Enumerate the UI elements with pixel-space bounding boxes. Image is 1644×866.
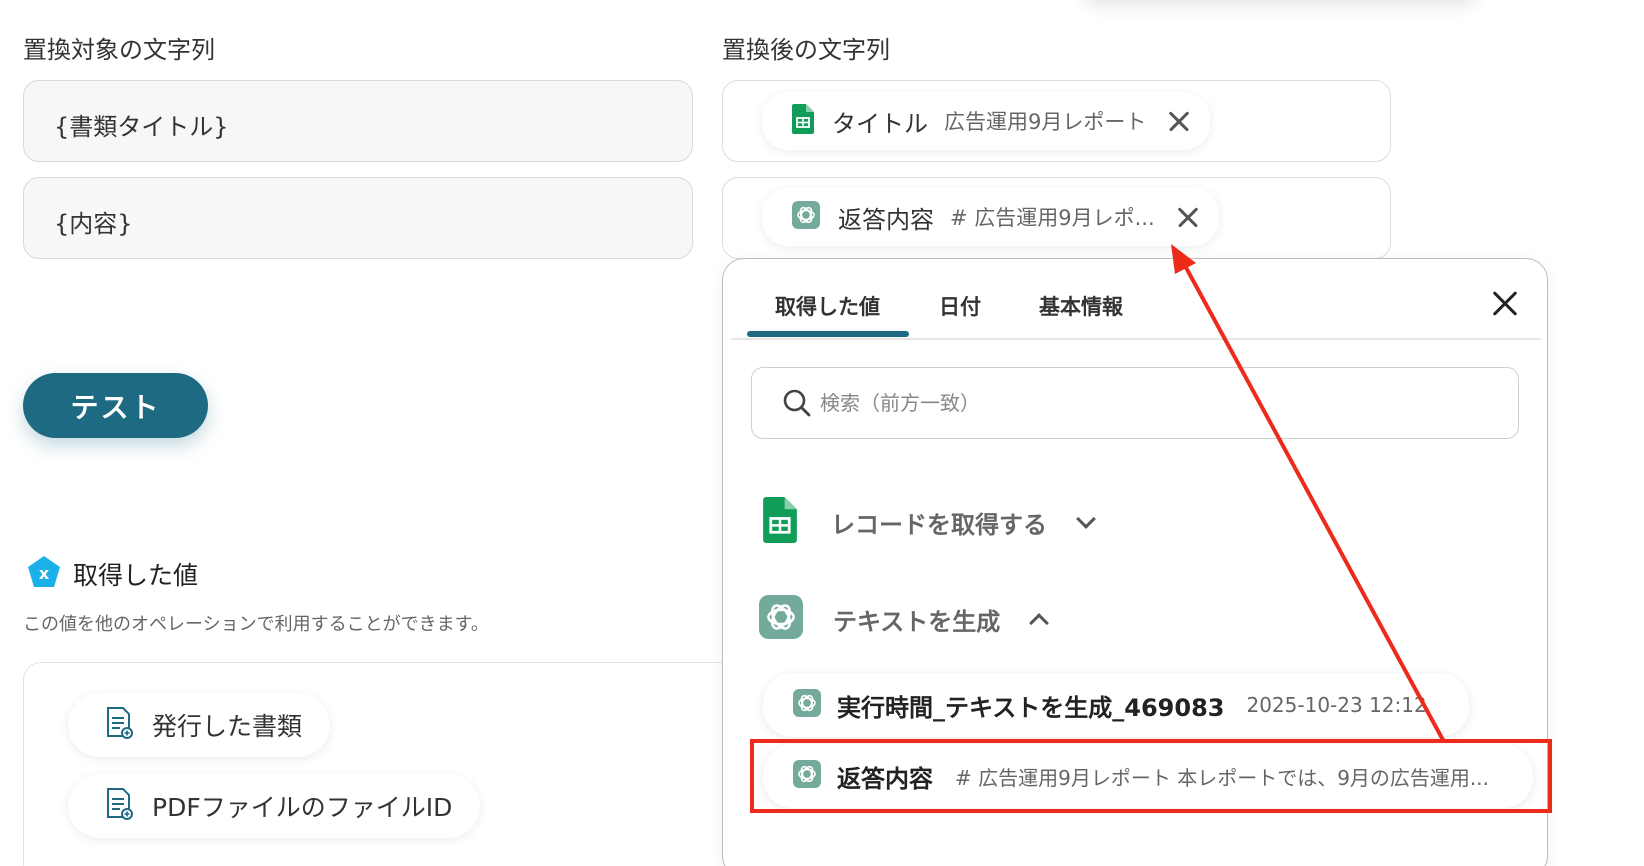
variable-chip-title[interactable]: タイトル 広告運用9月レポート: [762, 92, 1211, 150]
replace-target-field-2[interactable]: {内容}: [23, 177, 693, 259]
active-tab-indicator: [747, 331, 909, 337]
test-button[interactable]: テスト: [23, 373, 208, 438]
close-icon[interactable]: [1164, 107, 1192, 135]
openai-icon: [792, 201, 820, 233]
group-generate-text[interactable]: テキストを生成: [759, 595, 1050, 643]
output-chip-label: 発行した書類: [152, 712, 303, 741]
result-item-label: 実行時間_テキストを生成_469083: [837, 693, 1225, 722]
tab-date[interactable]: 日付: [939, 291, 981, 321]
tab-acquired-values[interactable]: 取得した値: [775, 291, 880, 321]
group-label: レコードを取得する: [831, 510, 1047, 539]
replace-target-field-1[interactable]: {書類タイトル}: [23, 80, 693, 162]
document-icon: [104, 787, 134, 825]
output-chip-issued-document[interactable]: 発行した書類: [68, 693, 331, 757]
variable-chip-value: 広告運用9月レポート: [944, 110, 1147, 134]
replace-target-field-2-text: {内容}: [54, 210, 133, 238]
chevron-down-icon[interactable]: [1076, 509, 1096, 529]
yoom-icon: x: [26, 555, 62, 591]
tab-divider: [731, 338, 1541, 340]
result-item-execution-time[interactable]: 実行時間_テキストを生成_469083 2025-10-23 12:12: [763, 673, 1469, 737]
search-icon: [782, 388, 812, 418]
search-input[interactable]: [820, 391, 1420, 415]
acquired-values-title: 取得した値: [73, 561, 199, 590]
output-chip-pdf-file-id[interactable]: PDFファイルのファイルID: [68, 774, 481, 838]
chevron-up-icon[interactable]: [1029, 613, 1050, 633]
annotation-highlight-box: [750, 739, 1552, 813]
variable-chip-label: 返答内容: [838, 205, 934, 234]
variable-chip-value: # 広告運用9月レポ...: [950, 206, 1155, 230]
svg-text:x: x: [39, 564, 50, 583]
tab-basic-info[interactable]: 基本情報: [1039, 291, 1123, 321]
acquired-values-description: この値を他のオペレーションで利用することができます。: [23, 614, 489, 635]
document-icon: [104, 706, 134, 744]
group-get-record[interactable]: レコードを取得する: [763, 497, 1096, 547]
result-item-value: 2025-10-23 12:12: [1246, 693, 1427, 717]
openai-icon: [793, 689, 821, 721]
search-box[interactable]: [751, 367, 1519, 439]
close-icon[interactable]: [1489, 287, 1521, 319]
replace-after-label: 置換後の文字列: [722, 36, 890, 64]
group-label: テキストを生成: [833, 607, 1001, 636]
replace-target-field-1-text: {書類タイトル}: [54, 113, 229, 141]
close-icon[interactable]: [1173, 203, 1201, 231]
replace-target-label: 置換対象の文字列: [23, 36, 215, 64]
google-sheets-icon: [763, 497, 797, 547]
output-chip-label: PDFファイルのファイルID: [152, 793, 453, 822]
openai-icon: [759, 595, 803, 643]
google-sheets-icon: [792, 104, 814, 138]
variable-chip-response[interactable]: 返答内容 # 広告運用9月レポ...: [762, 188, 1219, 246]
variable-chip-label: タイトル: [832, 109, 928, 138]
